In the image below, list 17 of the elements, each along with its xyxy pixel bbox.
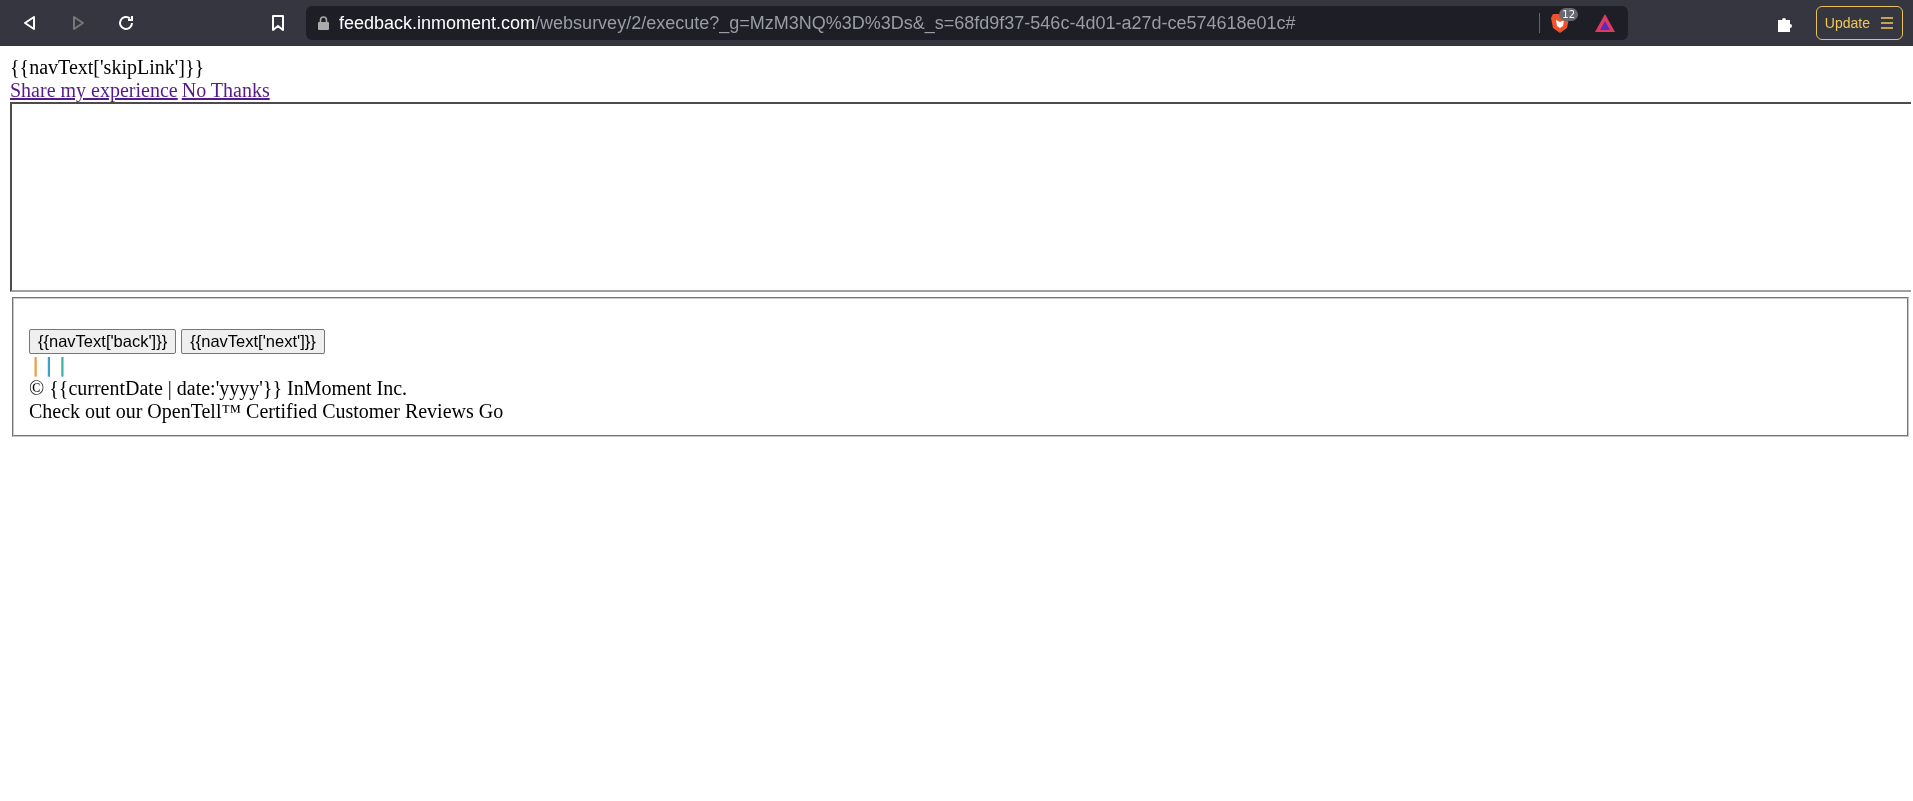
survey-link[interactable]: No Thanks bbox=[181, 79, 270, 101]
count-badge: 12 bbox=[1559, 8, 1578, 21]
nav-button[interactable]: {{navText['back']}} bbox=[29, 329, 177, 354]
skip-link-text: {{navText['skipLink']}} bbox=[10, 56, 205, 78]
triangle-icon bbox=[1594, 13, 1616, 33]
separator-mark: | bbox=[45, 353, 53, 377]
url-text: feedback.inmoment.com/websurvey/2/execute?_g=MzM3NQ%3D%3Ds&_s=68fd9f37-546c-4d01-a27d-ce574618e01c# bbox=[339, 12, 1297, 34]
nav-button[interactable]: {{navText['next']}} bbox=[181, 329, 325, 354]
reviews-text: Check out our OpenTell™ Certified Customer Reviews Go bbox=[29, 400, 504, 422]
copyright-text: © {{currentDate | date:'yyyy'}} InMoment Inc. bbox=[29, 377, 408, 399]
separator-mark: | bbox=[58, 353, 66, 377]
separator-mark: | bbox=[32, 353, 40, 377]
menu-icon bbox=[1880, 16, 1894, 30]
lock-icon bbox=[318, 16, 329, 30]
update-button[interactable]: Update bbox=[1815, 6, 1903, 40]
survey-link[interactable]: Share my experience bbox=[10, 79, 178, 101]
address-bar[interactable]: feedback.inmoment.com/websurvey/2/execute?_g=MzM3NQ%3D%3Ds&_s=68fd9f37-546c-4d01-a27d-ce574618e01c# 12 bbox=[306, 6, 1628, 40]
